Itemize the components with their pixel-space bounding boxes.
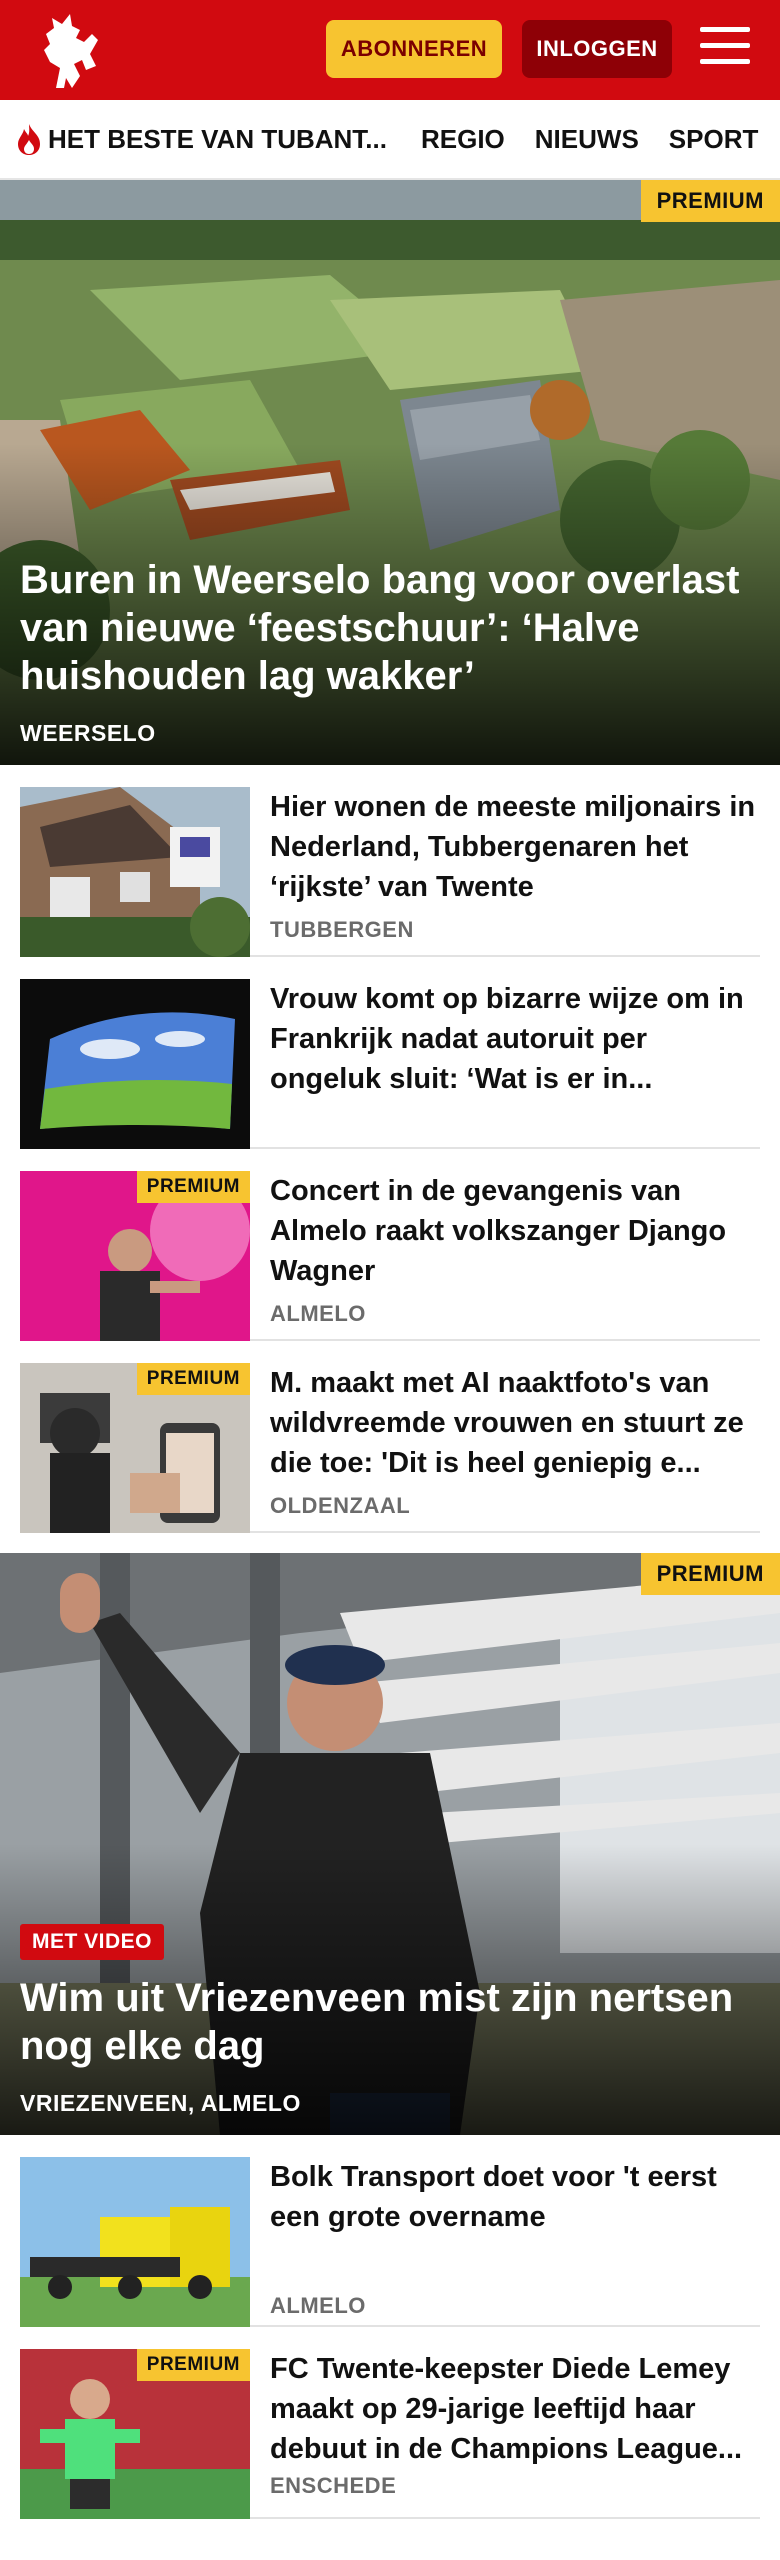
article-text: Hier wonen de meeste miljonairs in Neder…	[270, 787, 760, 943]
subscribe-button[interactable]: ABONNEREN	[326, 20, 502, 78]
article-location: ALMELO	[270, 2293, 366, 2318]
article-text: FC Twente-keepster Diede Lemey maakt op …	[270, 2349, 760, 2499]
article-title[interactable]: Concert in de gevangenis van Almelo raak…	[270, 1171, 760, 1291]
flame-icon	[18, 124, 40, 155]
hero-text: Buren in Weerselo bang voor overlast van…	[20, 556, 760, 747]
premium-badge: PREMIUM	[136, 2349, 250, 2381]
hero-text: MET VIDEO Wim uit Vriezenveen mist zijn …	[20, 1924, 760, 2117]
list-item[interactable]: Hier wonen de meeste miljonairs in Neder…	[20, 765, 760, 957]
video-badge: MET VIDEO	[20, 1924, 165, 1960]
article-location: ENSCHEDE	[270, 2473, 397, 2498]
article-text: M. maakt met AI naaktfoto's van wildvree…	[270, 1363, 760, 1519]
article-location: OLDENZAAL	[270, 1493, 411, 1518]
article-text: Vrouw komt op bizarre wijze om in Frankr…	[270, 979, 760, 1099]
article-text: Bolk Transport doet voor 't eerst een gr…	[270, 2157, 760, 2318]
article-text: Concert in de gevangenis van Almelo raak…	[270, 1171, 760, 1327]
article-thumbnail: PREMIUM	[20, 1171, 250, 1341]
section-nav: HET BESTE VAN TUBANT... REGIO NIEUWS SPO…	[0, 100, 780, 180]
article-title[interactable]: Hier wonen de meeste miljonairs in Neder…	[270, 787, 760, 907]
login-button[interactable]: INLOGGEN	[522, 20, 672, 78]
hero-location: WEERSELO	[20, 720, 156, 746]
nav-item-nieuws[interactable]: NIEUWS	[535, 124, 639, 155]
nav-label: HET BESTE VAN TUBANT...	[48, 123, 387, 154]
hero-location: VRIEZENVEEN, ALMELO	[20, 2090, 301, 2116]
hero-title[interactable]: Buren in Weerselo bang voor overlast van…	[20, 556, 760, 700]
article-thumbnail	[20, 2157, 250, 2327]
article-title[interactable]: FC Twente-keepster Diede Lemey maakt op …	[270, 2349, 760, 2469]
article-location: ALMELO	[270, 1301, 366, 1326]
list-item[interactable]: PREMIUM Concert in de gevangenis van Alm…	[20, 1149, 760, 1341]
article-title[interactable]: M. maakt met AI naaktfoto's van wildvree…	[270, 1363, 760, 1483]
premium-badge: PREMIUM	[136, 1171, 250, 1203]
list-item[interactable]: PREMIUM M. maakt met AI naaktfoto's van …	[20, 1341, 760, 1533]
hero-article-weerselo[interactable]: PREMIUM Buren in Weerselo bang voor over…	[0, 180, 780, 765]
premium-badge: PREMIUM	[640, 1553, 780, 1595]
nav-item-sport[interactable]: SPORT	[669, 124, 759, 155]
nav-item-best-of[interactable]: HET BESTE VAN TUBANT...	[14, 122, 387, 156]
site-header: ABONNEREN INLOGGEN	[0, 0, 780, 100]
article-location: TUBBERGEN	[270, 917, 414, 942]
tubantia-horse-logo[interactable]	[36, 10, 104, 90]
nav-item-regio[interactable]: REGIO	[421, 124, 505, 155]
article-title[interactable]: Vrouw komt op bizarre wijze om in Frankr…	[270, 979, 760, 1099]
premium-badge: PREMIUM	[640, 180, 780, 222]
list-item[interactable]: Bolk Transport doet voor 't eerst een gr…	[20, 2135, 760, 2327]
hero-title[interactable]: Wim uit Vriezenveen mist zijn nertsen no…	[20, 1974, 760, 2070]
premium-badge: PREMIUM	[136, 1363, 250, 1395]
article-thumbnail: PREMIUM	[20, 2349, 250, 2519]
article-title[interactable]: Bolk Transport doet voor 't eerst een gr…	[270, 2157, 760, 2237]
hamburger-menu-icon[interactable]	[700, 27, 750, 73]
article-thumbnail: PREMIUM	[20, 1363, 250, 1533]
list-item[interactable]: PREMIUM FC Twente-keepster Diede Lemey m…	[20, 2327, 760, 2519]
hero-article-vriezenveen[interactable]: PREMIUM MET VIDEO Wim uit Vriezenveen mi…	[0, 1553, 780, 2135]
article-thumbnail	[20, 787, 250, 957]
article-thumbnail	[20, 979, 250, 1149]
list-item[interactable]: Vrouw komt op bizarre wijze om in Frankr…	[20, 957, 760, 1149]
